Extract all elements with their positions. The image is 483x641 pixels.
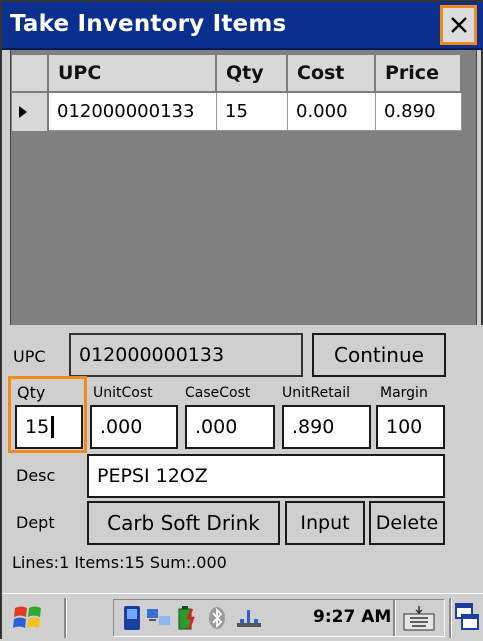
windows-start-icon[interactable] <box>12 602 44 638</box>
system-tray: 9:27 AM <box>113 599 445 637</box>
network-icon[interactable] <box>146 606 172 634</box>
margin-field[interactable]: 100 <box>376 405 445 449</box>
phone-device-icon[interactable] <box>122 605 142 635</box>
cell-qty[interactable]: 15 <box>217 93 288 131</box>
cell-price[interactable]: 0.890 <box>376 93 462 131</box>
column-header-qty[interactable]: Qty <box>217 55 288 93</box>
window-title: Take Inventory Items <box>10 11 287 37</box>
column-header-price[interactable]: Price <box>376 55 462 93</box>
taskbar: 9:27 AM <box>2 593 483 641</box>
desc-label: Desc <box>16 466 56 485</box>
clock-time[interactable]: 9:27 AM <box>313 607 391 627</box>
keyboard-icon[interactable] <box>402 604 436 636</box>
casecost-label: CaseCost <box>185 385 251 401</box>
taskbar-separator-right <box>449 598 452 638</box>
item-entry-panel: UPC 012000000133 Continue Qty UnitCost C… <box>2 325 483 593</box>
connectivity-icon[interactable] <box>236 609 262 633</box>
window-switch-icon[interactable] <box>454 602 480 636</box>
unitcost-field[interactable]: .000 <box>90 405 178 449</box>
grid-corner-header <box>12 55 49 93</box>
battery-icon[interactable] <box>176 605 198 635</box>
dept-button[interactable]: Carb Soft Drink <box>87 501 280 545</box>
continue-button[interactable]: Continue <box>312 333 446 377</box>
margin-label: Margin <box>380 385 428 401</box>
current-row-arrow-icon <box>19 106 27 118</box>
delete-button[interactable]: Delete <box>369 501 445 545</box>
input-button[interactable]: Input <box>285 501 365 545</box>
items-grid[interactable]: UPC Qty Cost Price 012000000133 15 0.000… <box>10 50 477 325</box>
app-window: Take Inventory Items UPC Qty Cost Price … <box>0 0 483 641</box>
tray-separator <box>393 600 396 636</box>
upc-label: UPC <box>13 347 46 366</box>
bluetooth-icon[interactable] <box>207 606 227 634</box>
unitcost-label: UnitCost <box>93 385 153 401</box>
close-icon <box>450 17 467 33</box>
close-button[interactable] <box>440 5 477 45</box>
taskbar-separator <box>64 598 67 638</box>
qty-highlight-box <box>8 376 87 453</box>
casecost-field[interactable]: .000 <box>185 405 275 449</box>
upc-field[interactable]: 012000000133 <box>69 333 303 377</box>
desc-field[interactable]: PEPSI 12OZ <box>87 454 445 498</box>
column-header-cost[interactable]: Cost <box>288 55 376 93</box>
row-selector[interactable] <box>12 93 49 131</box>
unitretail-label: UnitRetail <box>282 385 351 401</box>
dept-label: Dept <box>16 513 55 532</box>
cell-upc[interactable]: 012000000133 <box>49 93 217 131</box>
cell-cost[interactable]: 0.000 <box>288 93 376 131</box>
title-bar: Take Inventory Items <box>2 2 483 50</box>
status-summary: Lines:1 Items:15 Sum:.000 <box>12 553 227 572</box>
unitretail-field[interactable]: .890 <box>282 405 371 449</box>
column-header-upc[interactable]: UPC <box>49 55 217 93</box>
